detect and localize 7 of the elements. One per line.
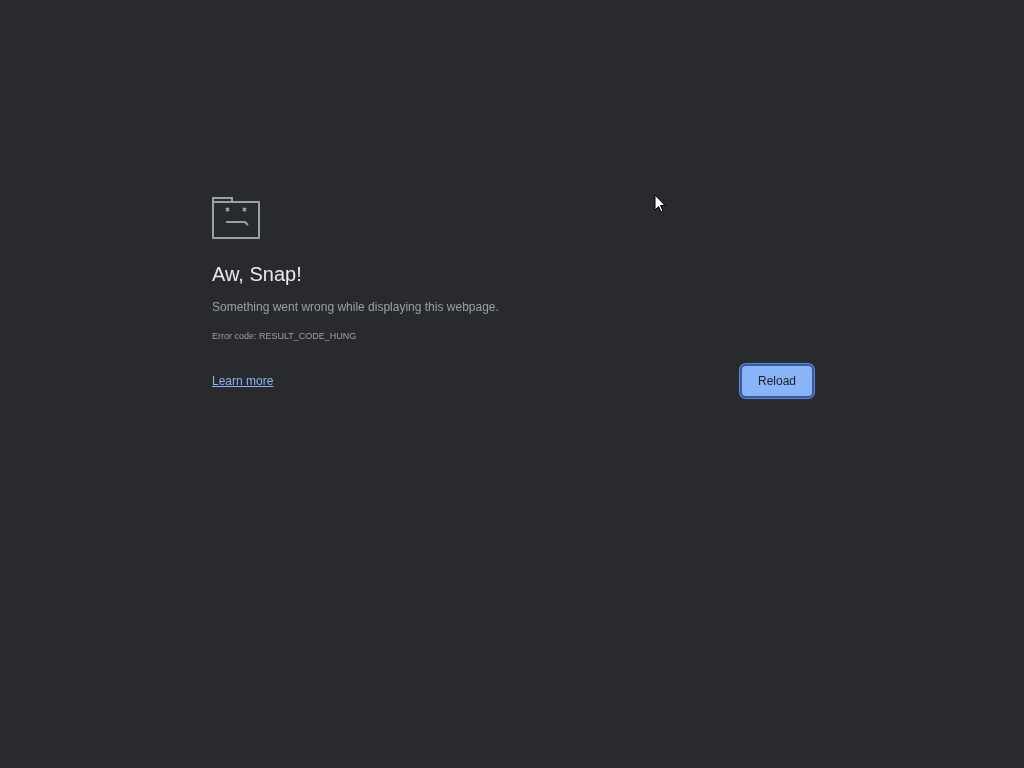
error-message: Something went wrong while displaying this webpage.	[212, 299, 500, 316]
learn-more-link[interactable]: Learn more	[212, 371, 274, 390]
error-code: Error code: RESULT_CODE_HUNG	[212, 330, 358, 343]
error-title: Aw, Snap!	[212, 262, 303, 286]
mouse-cursor-icon	[654, 194, 666, 213]
sad-folder-icon	[212, 197, 260, 239]
reload-button[interactable]: Reload	[742, 365, 812, 396]
